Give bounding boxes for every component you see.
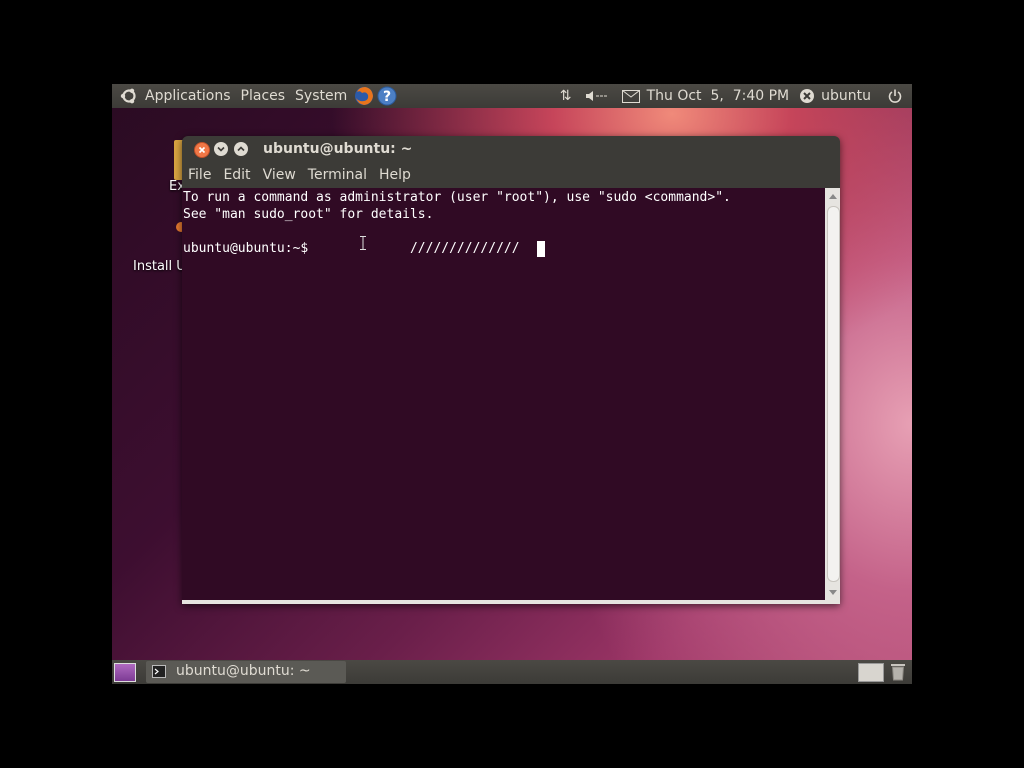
desktop-icon-install-label[interactable]: Install U bbox=[133, 259, 186, 274]
power-icon[interactable] bbox=[884, 89, 906, 103]
terminal-line: To run a command as administrator (user … bbox=[183, 190, 731, 205]
menu-file[interactable]: File bbox=[182, 167, 217, 183]
terminal-output[interactable]: To run a command as administrator (user … bbox=[182, 188, 825, 600]
clock[interactable]: Thu Oct 5, 7:40 PM bbox=[642, 84, 795, 108]
terminal-bottom-border bbox=[182, 600, 825, 604]
terminal-titlebar[interactable]: ubuntu@ubuntu: ~ bbox=[182, 136, 840, 162]
network-icon[interactable]: ⇅ bbox=[556, 88, 576, 104]
taskbar-label: ubuntu@ubuntu: ~ bbox=[176, 663, 311, 679]
scroll-down-icon[interactable] bbox=[829, 590, 837, 595]
taskbar-button-terminal[interactable]: ubuntu@ubuntu: ~ bbox=[146, 661, 346, 683]
text-cursor bbox=[537, 241, 545, 257]
menu-edit[interactable]: Edit bbox=[217, 167, 256, 183]
terminal-line: See "man sudo_root" for details. bbox=[183, 207, 434, 222]
system-menu[interactable]: System bbox=[290, 84, 352, 108]
bottom-panel: ubuntu@ubuntu: ~ bbox=[112, 660, 912, 684]
volume-icon[interactable] bbox=[584, 89, 610, 103]
mouse-ibeam-icon bbox=[360, 236, 366, 250]
maximize-icon[interactable] bbox=[234, 142, 248, 156]
user-menu[interactable]: ubuntu bbox=[816, 84, 876, 108]
terminal-app-icon bbox=[152, 665, 166, 678]
ubuntu-logo-icon[interactable] bbox=[118, 87, 140, 105]
terminal-scrollbar[interactable] bbox=[825, 188, 840, 604]
show-desktop-icon[interactable] bbox=[114, 663, 136, 682]
close-icon[interactable] bbox=[194, 142, 210, 158]
trash-icon[interactable] bbox=[890, 662, 906, 681]
mail-icon[interactable] bbox=[620, 89, 642, 103]
firefox-icon[interactable] bbox=[352, 85, 376, 107]
scroll-up-icon[interactable] bbox=[829, 194, 837, 199]
minimize-icon[interactable] bbox=[214, 142, 228, 156]
scrollbar-thumb[interactable] bbox=[827, 206, 840, 582]
places-menu[interactable]: Places bbox=[236, 84, 291, 108]
terminal-prompt-line: ubuntu@ubuntu:~$ ////////////// bbox=[183, 241, 528, 256]
desktop: Applications Places System ? ⇅ Thu Oct 5… bbox=[112, 84, 912, 684]
user-status-icon[interactable] bbox=[798, 88, 816, 104]
terminal-window[interactable]: ubuntu@ubuntu: ~ File Edit View Terminal… bbox=[182, 136, 840, 604]
top-panel: Applications Places System ? ⇅ Thu Oct 5… bbox=[112, 84, 912, 108]
menu-view[interactable]: View bbox=[257, 167, 302, 183]
workspace-switcher-icon[interactable] bbox=[858, 663, 884, 682]
svg-text:?: ? bbox=[383, 89, 391, 105]
menu-help[interactable]: Help bbox=[373, 167, 417, 183]
applications-menu[interactable]: Applications bbox=[140, 84, 236, 108]
terminal-menubar: File Edit View Terminal Help bbox=[182, 162, 840, 188]
help-icon[interactable]: ? bbox=[376, 86, 398, 106]
menu-terminal[interactable]: Terminal bbox=[302, 167, 373, 183]
window-title: ubuntu@ubuntu: ~ bbox=[263, 141, 413, 157]
